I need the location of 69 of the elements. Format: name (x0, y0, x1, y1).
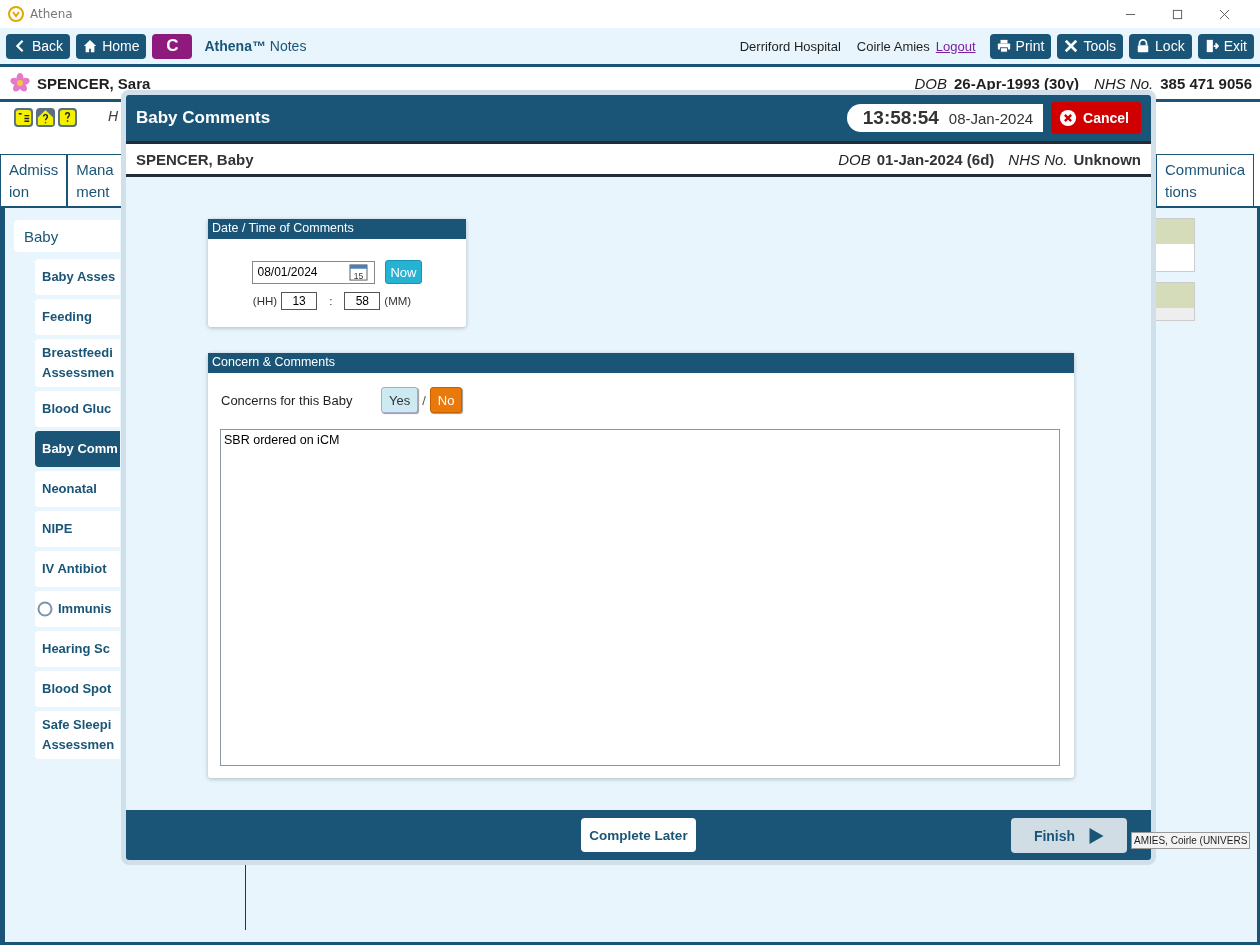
tools-button[interactable]: Tools (1057, 33, 1124, 59)
dob-label: DOB (914, 74, 947, 92)
sidebar-item[interactable]: Feeding (35, 299, 120, 335)
hours-label: (HH) (252, 295, 278, 307)
sidebar-item[interactable]: Breastfeedi Assessmen (35, 339, 120, 387)
dob-label: DOB (838, 150, 871, 168)
sidebar-item[interactable]: Neonatal (35, 471, 120, 507)
tab[interactable]: Admiss ion (0, 154, 68, 206)
alert-list-icon (14, 108, 33, 127)
baby-name: SPENCER, Baby (136, 150, 254, 168)
option-separator: / (422, 392, 426, 408)
hospital-name: Derriford Hospital (739, 38, 841, 54)
minutes-label: (MM) (384, 295, 412, 307)
sidebar-item[interactable]: Baby Comm (35, 431, 120, 467)
window-title: Athena (30, 7, 73, 21)
home-icon (83, 39, 98, 53)
sidebar-item[interactable]: Immunis (35, 591, 120, 627)
app-name: Athena™ Notes (204, 38, 307, 54)
clock-display: 13:58:54 08-Jan-2024 (846, 104, 1044, 132)
sidebar-item[interactable]: NIPE (35, 511, 120, 547)
exit-door-icon (1204, 39, 1219, 53)
comments-field[interactable]: SBR ordered on iCM (220, 429, 1060, 766)
nhs-value: Unknown (1073, 150, 1141, 168)
exit-button[interactable]: Exit (1197, 33, 1254, 59)
sidebar-group[interactable]: Baby (14, 220, 120, 252)
home-button[interactable]: Home (76, 33, 147, 59)
logout-link[interactable]: Logout (935, 38, 976, 54)
lock-button[interactable]: Lock (1129, 33, 1192, 59)
time-separator: : (329, 295, 333, 307)
complete-later-button[interactable]: Complete Later (581, 818, 696, 852)
print-button[interactable]: Print (989, 33, 1052, 59)
minutes-field[interactable]: 58 (344, 292, 381, 310)
tab[interactable]: Mana ment (67, 154, 123, 206)
lock-icon (1136, 39, 1151, 53)
play-arrow-icon (1089, 827, 1105, 844)
app-logo-icon (8, 6, 24, 22)
close-circle-icon (1059, 109, 1078, 127)
nhs-value: 385 471 9056 (1160, 74, 1252, 92)
user-name: Coirle Amies (856, 38, 930, 54)
nhs-label: NHS No. (1008, 150, 1068, 168)
dialog-title: Baby Comments (136, 108, 272, 128)
sidebar-item[interactable]: Blood Gluc (35, 391, 120, 427)
alert-text: H (108, 108, 119, 124)
sidebar-item[interactable]: Safe Sleepi Assessmen (35, 711, 120, 759)
cancel-button[interactable]: Cancel (1051, 102, 1141, 134)
close-icon[interactable] (1219, 8, 1230, 20)
home-alert-icon (36, 108, 55, 127)
sidebar-item[interactable]: Blood Spot (35, 671, 120, 707)
card-header: Concern & Comments (208, 353, 1074, 373)
sidebar-item[interactable]: Baby Asses (35, 259, 120, 295)
sidebar-item[interactable]: IV Antibiot (35, 551, 120, 587)
calendar-icon[interactable]: 15 (349, 263, 369, 281)
patient-name: SPENCER, Sara (37, 74, 151, 92)
flower-icon (10, 73, 30, 93)
hours-field[interactable]: 13 (281, 292, 318, 310)
maximize-icon[interactable] (1172, 8, 1183, 20)
question-alert-icon (58, 108, 77, 127)
card-header: Date / Time of Comments (208, 219, 466, 239)
date-field[interactable]: 08/01/2024 15 (252, 260, 376, 284)
status-circle-icon (37, 601, 53, 617)
tooltip: AMIES, Coirle (UNIVERS (1131, 832, 1251, 849)
toggle-option[interactable]: Yes (381, 387, 419, 413)
dob-value: 01-Jan-2024 (6d) (876, 150, 995, 168)
c-badge-button[interactable]: C (152, 33, 193, 59)
printer-icon (996, 39, 1011, 53)
nhs-label: NHS No. (1094, 74, 1154, 92)
question-label: Concerns for this Baby (221, 392, 354, 408)
back-button[interactable]: Back (6, 33, 71, 59)
sidebar-item[interactable]: Hearing Sc (35, 631, 120, 667)
